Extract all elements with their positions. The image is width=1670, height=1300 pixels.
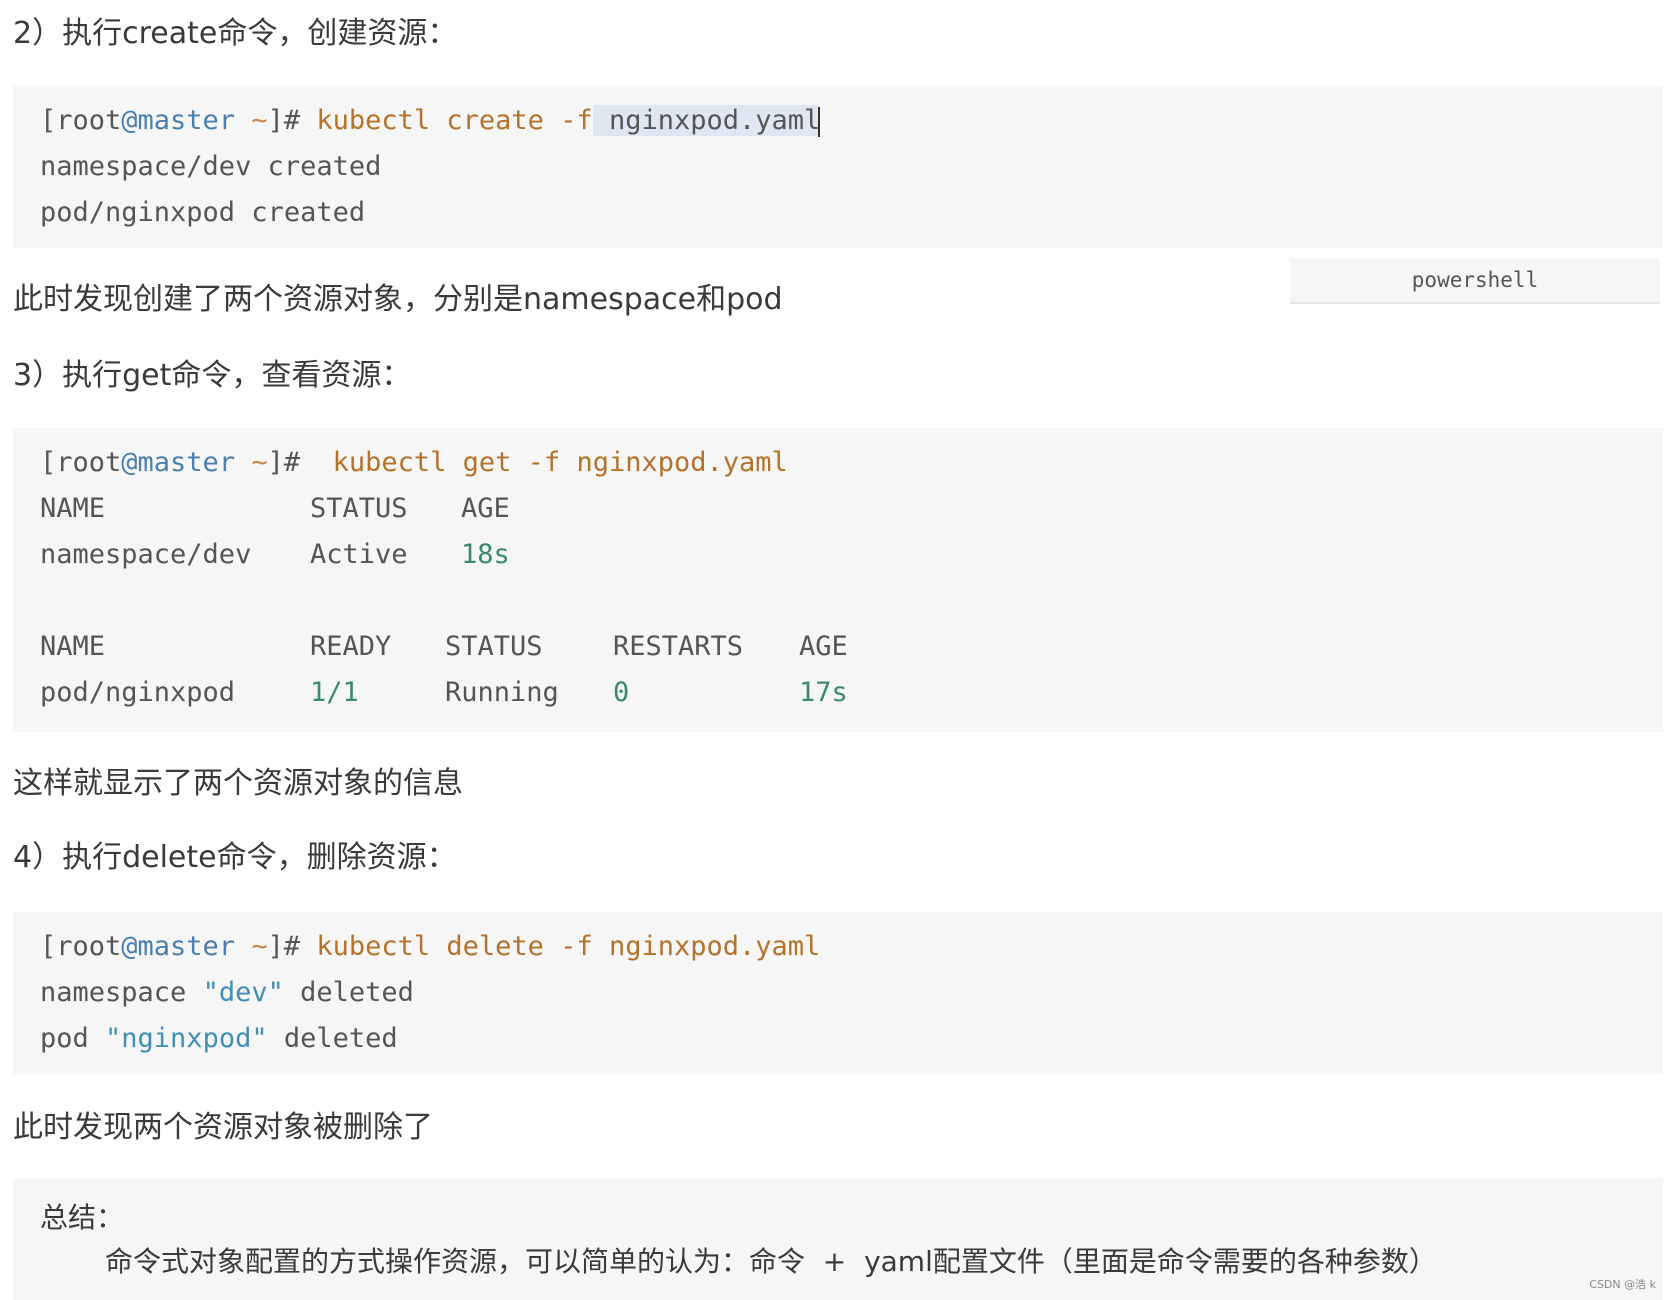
- code-block-delete: [root@master ~]# kubectl delete -f nginx…: [13, 912, 1663, 1074]
- cell: Active: [310, 539, 408, 570]
- prompt-host: @master: [121, 931, 236, 962]
- heading-delete: 4）执行delete命令，删除资源：: [13, 840, 457, 875]
- col-header: NAME: [40, 631, 106, 662]
- table-header: NAME READY STATUS RESTARTS AGE: [40, 624, 1663, 670]
- prompt: [root: [40, 105, 122, 136]
- output-line: pod "nginxpod" deleted: [40, 1016, 1663, 1062]
- table-header: NAME STATUS AGE: [40, 486, 1663, 532]
- cell: 18s: [461, 539, 510, 570]
- col-header: NAME: [40, 493, 106, 524]
- prompt-tilde: ~: [235, 105, 268, 136]
- text: namespace: [40, 977, 203, 1008]
- paragraph: 这样就显示了两个资源对象的信息: [13, 766, 463, 801]
- prompt-end: ]#: [267, 931, 301, 962]
- prompt: [root: [40, 447, 122, 478]
- prompt-end: ]#: [267, 105, 301, 136]
- prompt-tilde: ~: [235, 931, 268, 962]
- col-header: STATUS: [310, 493, 408, 524]
- cell: 1/1: [310, 677, 359, 708]
- table-row: namespace/dev Active 18s: [40, 532, 1663, 578]
- command: kubectl get -f nginxpod.yaml: [300, 447, 788, 478]
- code-block-get: [root@master ~]# kubectl get -f nginxpod…: [13, 428, 1663, 732]
- selected-text[interactable]: nginxpod.yaml: [592, 105, 821, 136]
- col-header: AGE: [461, 493, 510, 524]
- output-line: pod/nginxpod created: [40, 197, 366, 228]
- text: deleted: [267, 1023, 398, 1054]
- command: kubectl delete -f nginxpod.yaml: [300, 931, 821, 962]
- table-row: pod/nginxpod 1/1 Running 0 17s: [40, 670, 1663, 716]
- heading-create: 2）执行create命令，创建资源：: [13, 16, 458, 51]
- col-header: AGE: [799, 631, 848, 662]
- output-line: namespace "dev" deleted: [40, 970, 1663, 1016]
- summary-body: 命令式对象配置的方式操作资源，可以简单的认为：命令 + yaml配置文件（里面是…: [105, 1245, 1437, 1278]
- string: "nginxpod": [105, 1023, 268, 1054]
- summary-title: 总结：: [40, 1201, 125, 1234]
- col-header: RESTARTS: [613, 631, 744, 662]
- command: kubectl create -f: [300, 105, 593, 136]
- watermark: CSDN @浩 k: [1589, 1278, 1656, 1291]
- output-line: namespace/dev created: [40, 151, 382, 182]
- prompt-tilde: ~: [235, 447, 268, 478]
- cell: pod/nginxpod: [40, 677, 236, 708]
- paragraph: 此时发现两个资源对象被删除了: [13, 1110, 433, 1145]
- prompt-host: @master: [121, 447, 236, 478]
- col-header: READY: [310, 631, 392, 662]
- col-header: STATUS: [445, 631, 543, 662]
- code-block-create: [root@master ~]# kubectl create -f nginx…: [13, 86, 1663, 248]
- text: deleted: [283, 977, 414, 1008]
- string: "dev": [202, 977, 284, 1008]
- cell: namespace/dev: [40, 539, 252, 570]
- cell: Running: [445, 677, 559, 708]
- paragraph: 此时发现创建了两个资源对象，分别是namespace和pod: [13, 282, 783, 317]
- summary-block: 总结： 命令式对象配置的方式操作资源，可以简单的认为：命令 + yaml配置文件…: [13, 1178, 1663, 1300]
- cell: 17s: [799, 677, 848, 708]
- text-cursor-icon: [818, 106, 821, 137]
- cell: 0: [613, 677, 630, 708]
- text: pod: [40, 1023, 106, 1054]
- code-language-tag: powershell: [1290, 258, 1660, 304]
- heading-get: 3）执行get命令，查看资源：: [13, 358, 412, 393]
- prompt-host: @master: [121, 105, 236, 136]
- prompt: [root: [40, 931, 122, 962]
- prompt-end: ]#: [267, 447, 301, 478]
